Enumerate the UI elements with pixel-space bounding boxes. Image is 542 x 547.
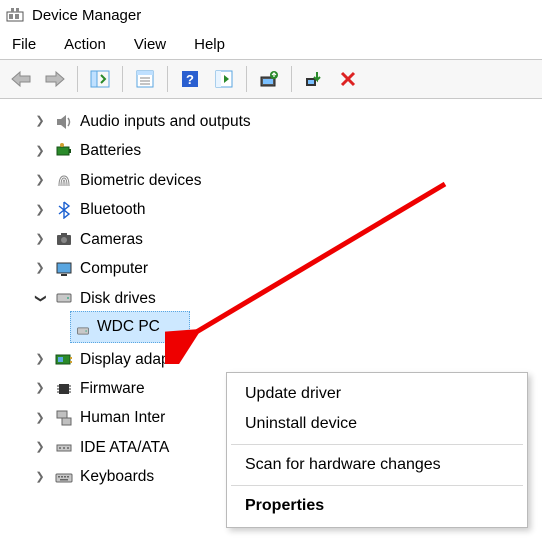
toolbar-separator	[77, 66, 78, 92]
toolbar: ?	[0, 59, 542, 99]
ctx-uninstall-device[interactable]: Uninstall device	[227, 409, 527, 439]
tree-label: Cameras	[80, 225, 143, 254]
tree-item-disk-child[interactable]: WDC PC	[70, 311, 190, 342]
tree-label: Audio inputs and outputs	[80, 107, 251, 136]
monitor-icon	[54, 259, 74, 279]
tree-item-computer[interactable]: ❯ Computer	[14, 254, 542, 283]
expand-icon[interactable]: ❯	[32, 467, 48, 488]
tree-item-disk-drives[interactable]: ❯ Disk drives	[14, 284, 542, 313]
tree-item-display[interactable]: ❯ Display adap	[14, 345, 542, 374]
window-title: Device Manager	[32, 7, 141, 24]
menu-help[interactable]: Help	[194, 36, 225, 53]
menu-file[interactable]: File	[12, 36, 36, 53]
expand-icon[interactable]: ❯	[32, 170, 48, 191]
collapse-icon[interactable]: ❯	[30, 290, 51, 306]
update-driver-button[interactable]	[254, 64, 284, 94]
properties-button[interactable]	[130, 64, 160, 94]
expand-icon[interactable]: ❯	[32, 349, 48, 370]
camera-icon	[54, 229, 74, 249]
fingerprint-icon	[54, 171, 74, 191]
forward-button[interactable]	[40, 64, 70, 94]
tree-label: IDE ATA/ATA	[80, 433, 169, 462]
back-button[interactable]	[6, 64, 36, 94]
enable-device-button[interactable]	[299, 64, 329, 94]
tree-label: Biometric devices	[80, 166, 201, 195]
show-hide-button[interactable]	[85, 64, 115, 94]
keyboard-icon	[54, 467, 74, 487]
bluetooth-icon	[54, 200, 74, 220]
menu-action[interactable]: Action	[64, 36, 106, 53]
toolbar-separator	[167, 66, 168, 92]
title-bar: Device Manager	[0, 0, 542, 28]
battery-icon	[54, 141, 74, 161]
disk-icon	[54, 288, 74, 308]
tree-label: Computer	[80, 254, 148, 283]
tree-label: Human Inter	[80, 403, 165, 432]
menu-view[interactable]: View	[134, 36, 166, 53]
devmgr-icon	[6, 6, 24, 24]
speaker-icon	[54, 112, 74, 132]
scan-hardware-button[interactable]	[209, 64, 239, 94]
ctx-update-driver[interactable]: Update driver	[227, 379, 527, 409]
uninstall-device-button[interactable]	[333, 64, 363, 94]
toolbar-separator	[291, 66, 292, 92]
svg-text:?: ?	[186, 72, 194, 87]
context-menu: Update driver Uninstall device Scan for …	[226, 372, 528, 528]
ctx-separator	[231, 485, 523, 486]
expand-icon[interactable]: ❯	[32, 378, 48, 399]
expand-icon[interactable]: ❯	[32, 111, 48, 132]
expand-icon[interactable]: ❯	[32, 200, 48, 221]
tree-label: Bluetooth	[80, 195, 146, 224]
ctx-separator	[231, 444, 523, 445]
tree-label: Keyboards	[80, 462, 154, 491]
toolbar-separator	[122, 66, 123, 92]
tree-label: Firmware	[80, 374, 145, 403]
tree-item-biometric[interactable]: ❯ Biometric devices	[14, 166, 542, 195]
expand-icon[interactable]: ❯	[32, 258, 48, 279]
tree-item-batteries[interactable]: ❯ Batteries	[14, 136, 542, 165]
tree-label: Batteries	[80, 136, 141, 165]
tree-label: Display adap	[80, 345, 170, 374]
hid-icon	[54, 408, 74, 428]
ide-icon	[54, 438, 74, 458]
tree-item-cameras[interactable]: ❯ Cameras	[14, 225, 542, 254]
tree-item-bluetooth[interactable]: ❯ Bluetooth	[14, 195, 542, 224]
expand-icon[interactable]: ❯	[32, 408, 48, 429]
tree-item-audio[interactable]: ❯ Audio inputs and outputs	[14, 107, 542, 136]
tree-label: WDC PC	[97, 312, 160, 341]
ctx-scan-hardware[interactable]: Scan for hardware changes	[227, 450, 527, 480]
chip-icon	[54, 379, 74, 399]
expand-icon[interactable]: ❯	[32, 437, 48, 458]
expand-icon[interactable]: ❯	[32, 229, 48, 250]
tree-label: Disk drives	[80, 284, 156, 313]
disk-icon	[75, 319, 91, 335]
display-adapter-icon	[54, 349, 74, 369]
expand-icon[interactable]: ❯	[32, 141, 48, 162]
help-button[interactable]: ?	[175, 64, 205, 94]
ctx-properties[interactable]: Properties	[227, 491, 527, 521]
menu-bar: File Action View Help	[0, 28, 542, 59]
toolbar-separator	[246, 66, 247, 92]
